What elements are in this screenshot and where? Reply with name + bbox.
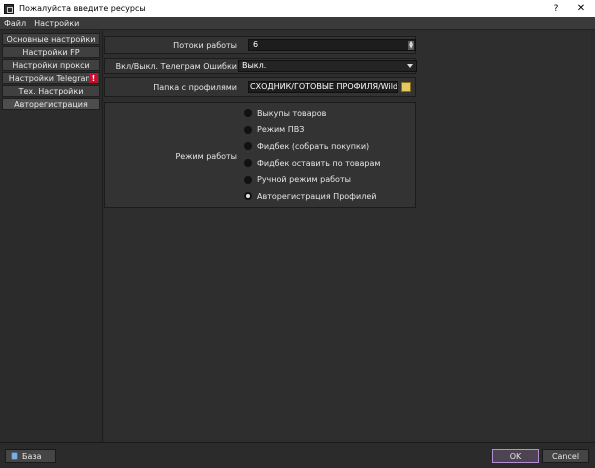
telegram-errors-row: Вкл/Выкл. Телеграм Ошибки Выкл. [104,58,417,74]
ok-button[interactable]: OK [492,449,539,463]
sidebar-item-label: Настройки Telegram [8,73,94,83]
radio-label: Авторегистрация Профилей [257,191,377,201]
sidebar-item-fp-settings[interactable]: Настройки FP [2,46,100,58]
radio-button[interactable] [244,159,252,168]
radio-button[interactable] [244,109,252,118]
radio-button[interactable] [244,175,252,184]
sidebar-item-tech-settings[interactable]: Тех. Настройки [2,85,100,97]
base-button[interactable]: База [5,449,56,463]
database-icon [11,452,18,460]
title-bar: Пожалуйста введите ресурсы ? ✕ [0,0,595,17]
cancel-button[interactable]: Cancel [542,449,589,463]
radio-button[interactable] [244,125,252,134]
folder-icon[interactable] [401,82,411,92]
profiles-folder-label: Папка с профилями [153,83,237,92]
profiles-folder-input[interactable]: СХОДНИК/ГОТОВЫЕ ПРОФИЛЯ/Wildberries [248,81,398,93]
sidebar-item-label: Тех. Настройки [18,86,84,96]
threads-spinbox[interactable]: 6 ▲ ▼ [248,39,416,51]
chevron-down-icon [407,64,413,68]
menu-bar: Файл Настройки [0,17,595,30]
help-button[interactable]: ? [545,0,567,17]
sidebar-item-label: Авторегистрация [14,99,88,109]
cancel-button-label: Cancel [551,451,580,461]
window-title: Пожалуйста введите ресурсы [19,4,146,13]
ok-button-label: OK [509,451,522,461]
spin-arrows-icon[interactable]: ▲ ▼ [408,41,414,50]
sidebar-item-proxy-settings[interactable]: Настройки прокси [2,59,100,71]
profiles-folder-row: Папка с профилями СХОДНИК/ГОТОВЫЕ ПРОФИЛ… [104,77,416,97]
threads-row: Потоки работы 6 ▲ ▼ [104,36,416,54]
telegram-errors-value: Выкл. [242,61,267,70]
radio-option[interactable]: Выкупы товаров [244,105,380,122]
radio-label: Ручной режим работы [257,175,351,185]
sidebar-item-label: Настройки FP [22,47,80,57]
app-icon [4,3,14,14]
telegram-errors-label: Вкл/Выкл. Телеграм Ошибки [115,62,237,71]
radio-option[interactable]: Фидбек (собрать покупки) [244,138,380,155]
radio-label: Фидбек оставить по товарам [257,158,381,168]
work-mode-label: Режим работы [175,152,237,161]
base-button-label: База [22,451,42,461]
radio-button-selected[interactable] [244,192,252,201]
radio-label: Выкупы товаров [257,108,327,118]
menu-settings[interactable]: Настройки [34,19,79,28]
sidebar-item-main-settings[interactable]: Основные настройки [2,33,100,45]
sidebar-item-telegram-settings[interactable]: Настройки Telegram ! [2,72,100,84]
warning-badge: ! [89,73,98,83]
radio-option[interactable]: Фидбек оставить по товарам [244,155,380,172]
radio-label: Фидбек (собрать покупки) [257,141,370,151]
threads-label: Потоки работы [173,41,237,50]
work-mode-radio-group: Выкупы товаров Режим ПВЗ Фидбек (собрать… [244,105,380,205]
menu-file[interactable]: Файл [4,19,26,28]
radio-option[interactable]: Режим ПВЗ [244,122,380,139]
sidebar-item-label: Настройки прокси [12,60,90,70]
sidebar-item-label: Основные настройки [6,34,96,44]
radio-option[interactable]: Ручной режим работы [244,171,380,188]
bottom-bar: База OK Cancel [0,442,595,468]
sidebar-item-autoregistration[interactable]: Авторегистрация [2,98,100,110]
close-button[interactable]: ✕ [570,0,592,17]
radio-button[interactable] [244,142,252,151]
radio-option[interactable]: Авторегистрация Профилей [244,188,380,205]
radio-label: Режим ПВЗ [257,125,305,135]
work-mode-row: Режим работы Выкупы товаров Режим ПВЗ Фи… [104,102,416,208]
telegram-errors-select[interactable]: Выкл. [238,60,417,72]
sidebar: Основные настройки Настройки FP Настройк… [0,31,103,442]
profiles-folder-value: СХОДНИК/ГОТОВЫЕ ПРОФИЛЯ/Wildberries [250,82,398,91]
settings-panel: Потоки работы 6 ▲ ▼ Вкл/Выкл. Телеграм Ош… [104,31,591,442]
threads-value: 6 [253,40,259,49]
